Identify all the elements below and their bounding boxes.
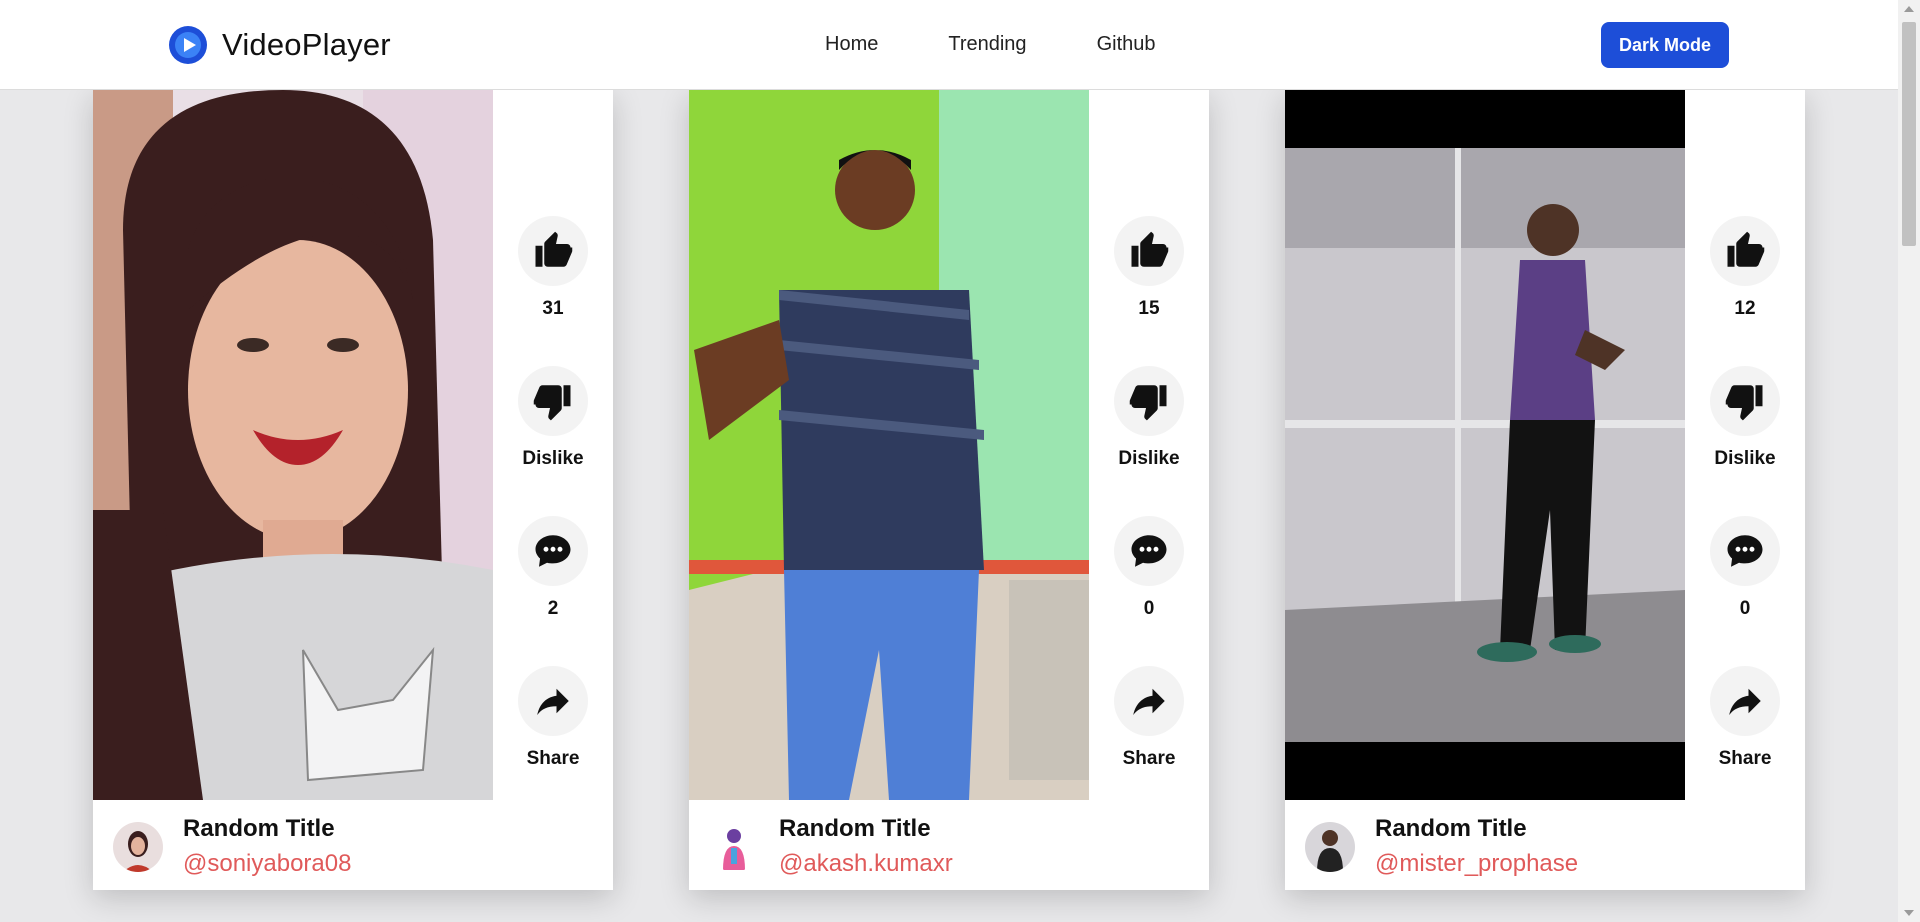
nav-link-home[interactable]: Home <box>825 33 878 56</box>
like-count: 12 <box>1734 298 1756 319</box>
video-handle[interactable]: @akash.kumaxr <box>779 850 953 878</box>
scroll-down-arrow-icon[interactable] <box>1904 910 1914 916</box>
nav-link-trending[interactable]: Trending <box>948 33 1026 56</box>
thumbs-down-icon <box>1725 385 1763 421</box>
share-action: Share <box>1089 666 1209 770</box>
like-action: 15 <box>1089 216 1209 320</box>
action-column: 31 Dislike 2 Share <box>493 90 613 800</box>
video-player[interactable] <box>1285 90 1685 800</box>
video-title: Random Title <box>1375 815 1527 842</box>
video-meta: Random Title @soniyabora08 <box>93 800 613 890</box>
video-frame-person-selfie <box>93 90 493 800</box>
action-column: 15 Dislike 0 Share <box>1089 90 1209 800</box>
comment-action: 0 <box>1685 516 1805 620</box>
video-card: 12 Dislike 0 Share Random Title @mister_… <box>1285 90 1805 890</box>
avatar[interactable] <box>113 822 163 872</box>
share-action: Share <box>1685 666 1805 770</box>
share-icon <box>537 688 569 715</box>
navbar: VideoPlayer Home Trending Github Dark Mo… <box>0 0 1898 90</box>
video-frame-person-green-wall <box>689 90 1089 800</box>
thumbs-down-icon <box>1129 385 1167 421</box>
video-meta: Random Title @akash.kumaxr <box>689 800 1209 890</box>
comment-button[interactable] <box>1114 516 1184 586</box>
thumbs-up-icon <box>1131 231 1169 267</box>
comment-count: 2 <box>547 598 559 619</box>
video-card: 15 Dislike 0 Share Random Title @akash.k… <box>689 90 1209 890</box>
video-handle[interactable]: @soniyabora08 <box>183 850 351 878</box>
action-column: 12 Dislike 0 Share <box>1685 90 1805 800</box>
thumbs-up-icon <box>1727 231 1765 267</box>
video-title: Random Title <box>779 815 931 842</box>
share-action: Share <box>493 666 613 770</box>
share-label: Share <box>1122 748 1176 769</box>
like-button[interactable] <box>518 216 588 286</box>
comment-button[interactable] <box>518 516 588 586</box>
comment-action: 2 <box>493 516 613 620</box>
like-button[interactable] <box>1114 216 1184 286</box>
dislike-label: Dislike <box>1118 448 1180 469</box>
thumbs-up-icon <box>535 231 573 267</box>
dislike-button[interactable] <box>1114 366 1184 436</box>
video-meta: Random Title @mister_prophase <box>1285 800 1805 890</box>
dislike-action: Dislike <box>1685 366 1805 470</box>
like-action: 12 <box>1685 216 1805 320</box>
share-icon <box>1729 688 1761 715</box>
comment-count: 0 <box>1739 598 1751 619</box>
dark-mode-button[interactable]: Dark Mode <box>1601 22 1729 68</box>
thumbs-down-icon <box>533 385 571 421</box>
video-frame-person-dancing <box>1285 90 1685 800</box>
scroll-up-arrow-icon[interactable] <box>1904 6 1914 12</box>
comment-action: 0 <box>1089 516 1209 620</box>
video-handle[interactable]: @mister_prophase <box>1375 850 1578 878</box>
avatar[interactable] <box>709 822 759 872</box>
video-player[interactable] <box>689 90 1089 800</box>
share-label: Share <box>526 748 580 769</box>
share-icon <box>1133 688 1165 715</box>
brand-name: VideoPlayer <box>222 27 391 62</box>
nav-link-github[interactable]: Github <box>1097 33 1156 56</box>
dislike-action: Dislike <box>1089 366 1209 470</box>
comment-icon <box>1131 535 1167 567</box>
nav-links: Home Trending Github <box>825 33 1156 56</box>
dislike-label: Dislike <box>522 448 584 469</box>
avatar[interactable] <box>1305 822 1355 872</box>
dislike-action: Dislike <box>493 366 613 470</box>
share-label: Share <box>1718 748 1772 769</box>
dislike-button[interactable] <box>518 366 588 436</box>
dislike-label: Dislike <box>1714 448 1776 469</box>
share-button[interactable] <box>1710 666 1780 736</box>
comment-button[interactable] <box>1710 516 1780 586</box>
share-button[interactable] <box>518 666 588 736</box>
video-title: Random Title <box>183 815 335 842</box>
comment-count: 0 <box>1143 598 1155 619</box>
video-card: 31 Dislike 2 Share Random Title @soniyab… <box>93 90 613 890</box>
like-count: 31 <box>542 298 564 319</box>
play-logo-icon <box>169 26 207 64</box>
dislike-button[interactable] <box>1710 366 1780 436</box>
video-player[interactable] <box>93 90 493 800</box>
comment-icon <box>1727 535 1763 567</box>
scroll-thumb[interactable] <box>1902 22 1916 246</box>
brand[interactable]: VideoPlayer <box>168 25 391 65</box>
like-count: 15 <box>1138 298 1160 319</box>
like-action: 31 <box>493 216 613 320</box>
page-scrollbar[interactable] <box>1898 0 1920 922</box>
share-button[interactable] <box>1114 666 1184 736</box>
comment-icon <box>535 535 571 567</box>
like-button[interactable] <box>1710 216 1780 286</box>
